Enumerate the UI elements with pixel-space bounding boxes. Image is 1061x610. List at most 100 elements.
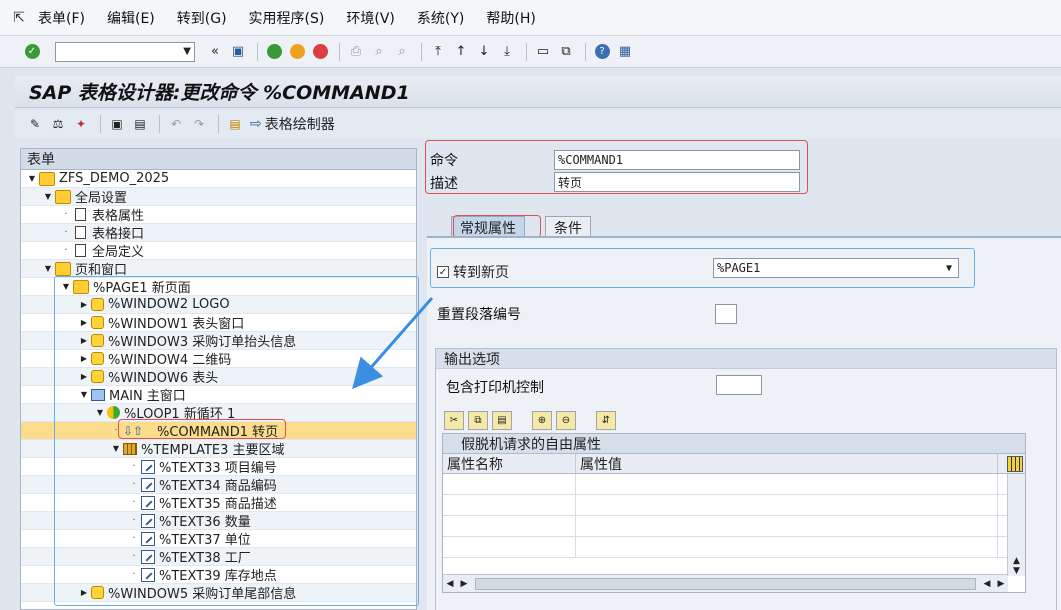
- find-next-icon[interactable]: ⌕: [392, 42, 412, 62]
- expand-icon[interactable]: ▼: [43, 192, 53, 201]
- scroll-left-icon[interactable]: ◀: [443, 579, 457, 589]
- last-page-icon[interactable]: ⤓: [497, 42, 517, 62]
- tab-content: ✓ 转到新页 %PAGE1 ▼ 重置段落编号 输出选项 包含打印机控制 ✂ ⧉ …: [427, 236, 1061, 610]
- delete-row-icon[interactable]: ⊖: [556, 411, 576, 430]
- toolbar-divider: [257, 42, 258, 61]
- scroll-up-icon[interactable]: ▲: [1013, 556, 1020, 566]
- redo-icon[interactable]: ↷: [189, 114, 209, 134]
- display-change-icon[interactable]: ✎: [25, 114, 45, 134]
- help-icon[interactable]: ?: [592, 42, 612, 62]
- tree-command-highlight: [118, 419, 286, 439]
- copy-node-icon[interactable]: ▣: [107, 114, 127, 134]
- menu-utilities[interactable]: 实用程序(S): [249, 8, 325, 28]
- layout-icon[interactable]: ▦: [615, 42, 635, 62]
- tree-header: 表单: [21, 149, 416, 170]
- check-icon[interactable]: ⚖: [48, 114, 68, 134]
- scroll-thumb[interactable]: [475, 577, 976, 590]
- tree-node-label: 表格属性: [92, 209, 145, 224]
- move-icon[interactable]: ⇵: [596, 411, 616, 430]
- table-header: 属性名称 属性值: [443, 454, 1025, 474]
- enter-icon[interactable]: ✓: [22, 42, 42, 62]
- col-attr-value[interactable]: 属性值: [576, 454, 998, 473]
- back-icon[interactable]: [264, 42, 284, 62]
- table-row[interactable]: [443, 474, 1025, 495]
- menu-form[interactable]: 表单(F): [38, 8, 85, 28]
- reset-paragraph-input[interactable]: [715, 304, 737, 324]
- tree-node-global-settings[interactable]: ▼ 全局设置: [21, 188, 416, 206]
- undo-icon[interactable]: ↶: [166, 114, 186, 134]
- tree-node-form-attributes[interactable]: · 表格属性: [21, 206, 416, 224]
- vertical-scrollbar[interactable]: ▲ ▼: [1007, 474, 1025, 576]
- header-fields-highlight: [425, 140, 808, 194]
- insert-row-icon[interactable]: ⊕: [532, 411, 552, 430]
- first-page-icon[interactable]: ⤒: [428, 42, 448, 62]
- page-title: SAP 表格设计器:更改命令 %COMMAND1: [29, 82, 410, 104]
- document-icon: [75, 208, 86, 221]
- find-icon[interactable]: ⌕: [369, 42, 389, 62]
- horizontal-scrollbar[interactable]: ◀ ▶ ◀ ▶: [443, 574, 1008, 592]
- scroll-right-icon[interactable]: ▶: [457, 579, 471, 589]
- bullet-icon: ·: [64, 227, 68, 238]
- menu-goto[interactable]: 转到(G): [177, 8, 227, 28]
- toolbar-divider: [339, 42, 340, 61]
- reset-paragraph-label: 重置段落编号: [437, 307, 521, 323]
- expand-icon[interactable]: ▼: [43, 264, 53, 273]
- folder-open-icon: [55, 261, 71, 276]
- tree-node-global-definitions[interactable]: · 全局定义: [21, 242, 416, 260]
- expand-icon[interactable]: ▼: [27, 174, 37, 183]
- folder-open-icon: [55, 189, 71, 204]
- menu-help[interactable]: 帮助(H): [486, 8, 535, 28]
- toolbar-divider: [100, 115, 101, 133]
- activate-icon[interactable]: ✦: [71, 114, 91, 134]
- detail-panel: 命令 %COMMAND1 描述 转页 常规属性 条件 ✓ 转到新页 %PAGE1…: [425, 140, 1061, 610]
- shortcut-icon[interactable]: ⧉: [556, 42, 576, 62]
- next-page-icon[interactable]: ↓: [474, 42, 494, 62]
- menu-bar: ⇱ 表单(F) 编辑(E) 转到(G) 实用程序(S) 环境(V) 系统(Y) …: [0, 0, 1061, 36]
- document-icon: [75, 244, 86, 257]
- scroll-right-icon[interactable]: ▶: [994, 579, 1008, 589]
- printer-control-input[interactable]: [716, 375, 762, 395]
- table-row[interactable]: [443, 537, 1025, 558]
- prev-page-icon[interactable]: ↑: [451, 42, 471, 62]
- menu-exit-icon[interactable]: ⇱: [10, 9, 28, 27]
- goto-page-highlight: [430, 248, 975, 288]
- menu-environment[interactable]: 环境(V): [346, 8, 395, 28]
- table-row[interactable]: [443, 516, 1025, 537]
- folder-open-icon: [39, 171, 55, 186]
- menu-system[interactable]: 系统(Y): [417, 8, 464, 28]
- scroll-down-icon[interactable]: ▼: [1013, 566, 1020, 576]
- collapse-icon[interactable]: «: [205, 42, 225, 62]
- paste-icon[interactable]: ▤: [492, 411, 512, 430]
- tree-node-label: 全局定义: [92, 245, 145, 260]
- command-field[interactable]: ▼: [55, 41, 195, 62]
- col-attr-name[interactable]: 属性名称: [443, 454, 576, 473]
- field-list-icon[interactable]: ▤: [225, 114, 245, 134]
- new-session-icon[interactable]: ▭: [533, 42, 553, 62]
- table-row[interactable]: [443, 495, 1025, 516]
- chevron-down-icon[interactable]: ▼: [183, 46, 191, 57]
- paste-node-icon[interactable]: ▤: [130, 114, 150, 134]
- toolbar-divider: [421, 42, 422, 61]
- form-painter-button[interactable]: ⇨ 表格绘制器: [250, 114, 335, 134]
- application-toolbar: ✎ ⚖ ✦ ▣ ▤ ↶ ↷ ▤ ⇨ 表格绘制器: [15, 110, 1061, 138]
- tree-node-form[interactable]: ▼ ZFS_DEMO_2025: [21, 170, 416, 188]
- table-settings-icon[interactable]: [1007, 456, 1023, 472]
- cut-icon[interactable]: ✂: [444, 411, 464, 430]
- cancel-icon[interactable]: [310, 42, 330, 62]
- document-icon: [75, 226, 86, 239]
- scroll-left-icon[interactable]: ◀: [980, 579, 994, 589]
- exit-icon[interactable]: [287, 42, 307, 62]
- tab-conditions[interactable]: 条件: [545, 216, 591, 238]
- save-icon[interactable]: ▣: [228, 42, 248, 62]
- toolbar-divider: [159, 115, 160, 133]
- toolbar-divider: [585, 42, 586, 61]
- toolbar-divider: [218, 115, 219, 133]
- tree-node-form-interface[interactable]: · 表格接口: [21, 224, 416, 242]
- print-icon[interactable]: ⎙: [346, 42, 366, 62]
- menu-edit[interactable]: 编辑(E): [107, 8, 155, 28]
- tab-highlight: [453, 215, 541, 238]
- copy-icon[interactable]: ⧉: [468, 411, 488, 430]
- bullet-icon: ·: [64, 209, 68, 220]
- standard-toolbar: ✓ ▼ « ▣ ⎙ ⌕ ⌕ ⤒ ↑ ↓ ⤓ ▭ ⧉ ? ▦: [0, 36, 1061, 68]
- form-painter-label: 表格绘制器: [264, 117, 335, 133]
